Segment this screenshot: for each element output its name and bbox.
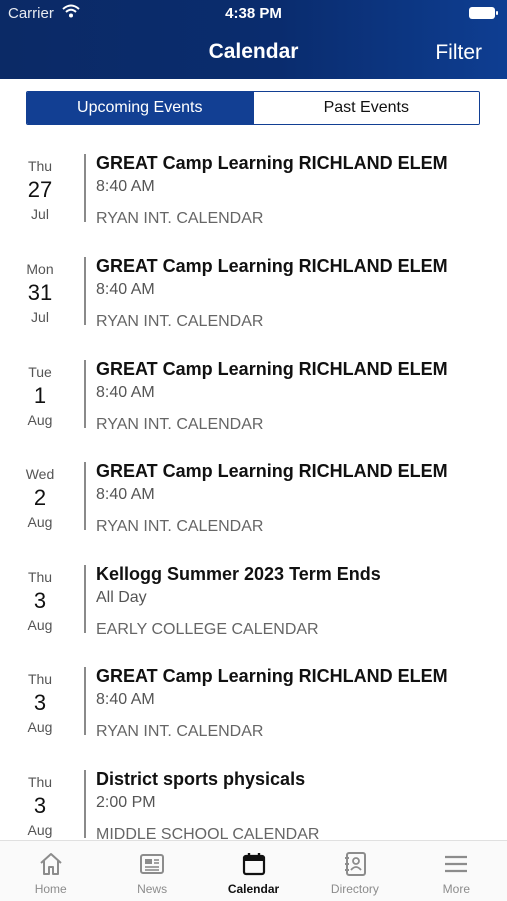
event-day: 3	[33, 690, 47, 715]
tab-news[interactable]: News	[101, 841, 202, 901]
tab-home[interactable]: Home	[0, 841, 101, 901]
event-day: 31	[27, 280, 53, 305]
list-item[interactable]: Thu 3 Aug GREAT Camp Learning RICHLAND E…	[0, 663, 507, 753]
event-month: Aug	[27, 719, 53, 735]
calendar-icon	[242, 853, 265, 876]
event-day: 3	[33, 793, 47, 818]
event-time: 8:40 AM	[96, 384, 155, 401]
event-divider	[84, 462, 86, 530]
event-title: GREAT Camp Learning RICHLAND ELEM	[96, 666, 448, 686]
event-month: Jul	[31, 206, 49, 222]
event-calendar: EARLY COLLEGE CALENDAR	[96, 621, 319, 638]
event-day: 2	[33, 485, 47, 510]
directory-icon	[344, 852, 366, 876]
event-list: Thu 27 Jul GREAT Camp Learning RICHLAND …	[0, 150, 507, 840]
event-weekday: Thu	[27, 671, 53, 687]
event-time: 8:40 AM	[96, 281, 155, 298]
page-title: Calendar	[208, 40, 299, 63]
event-calendar: RYAN INT. CALENDAR	[96, 723, 264, 740]
event-divider	[84, 257, 86, 325]
event-month: Aug	[27, 514, 53, 530]
event-time: 8:40 AM	[96, 691, 155, 708]
event-divider	[84, 154, 86, 222]
event-weekday: Mon	[26, 261, 54, 277]
event-weekday: Thu	[27, 569, 53, 585]
event-segment-control: Upcoming Events Past Events	[26, 91, 480, 125]
event-divider	[84, 770, 86, 838]
event-title: GREAT Camp Learning RICHLAND ELEM	[96, 461, 448, 481]
event-title: District sports physicals	[96, 769, 306, 789]
tab-more[interactable]: More	[406, 841, 507, 901]
event-divider	[84, 565, 86, 633]
tab-bar: Home News Calendar Directory More	[0, 840, 507, 901]
event-time: All Day	[96, 589, 147, 606]
list-item[interactable]: Thu 3 Aug Kellogg Summer 2023 Term Ends …	[0, 561, 507, 651]
event-calendar: RYAN INT. CALENDAR	[96, 313, 264, 330]
news-icon	[140, 854, 165, 874]
event-title: GREAT Camp Learning RICHLAND ELEM	[96, 256, 448, 276]
event-day: 1	[33, 383, 47, 408]
list-item[interactable]: Wed 2 Aug GREAT Camp Learning RICHLAND E…	[0, 458, 507, 548]
event-month: Aug	[27, 617, 53, 633]
event-weekday: Thu	[27, 774, 53, 790]
battery-icon	[469, 7, 498, 19]
event-title: GREAT Camp Learning RICHLAND ELEM	[96, 153, 448, 173]
tab-label: News	[137, 882, 168, 896]
event-time: 8:40 AM	[96, 178, 155, 195]
event-month: Aug	[27, 412, 53, 428]
event-title: GREAT Camp Learning RICHLAND ELEM	[96, 359, 448, 379]
event-weekday: Wed	[25, 466, 55, 482]
home-icon	[40, 853, 62, 875]
event-calendar: MIDDLE SCHOOL CALENDAR	[96, 826, 320, 840]
event-calendar: RYAN INT. CALENDAR	[96, 210, 264, 227]
list-item[interactable]: Mon 31 Jul GREAT Camp Learning RICHLAND …	[0, 253, 507, 343]
event-calendar: RYAN INT. CALENDAR	[96, 518, 264, 535]
event-divider	[84, 667, 86, 735]
nav-header: Carrier 4:38 PM Calendar Filter	[0, 0, 507, 79]
event-month: Aug	[27, 822, 53, 838]
event-time: 2:00 PM	[96, 794, 156, 811]
tab-label: Directory	[330, 882, 379, 896]
status-time: 4:38 PM	[225, 5, 282, 22]
event-day: 3	[33, 588, 47, 613]
tab-label: More	[442, 882, 470, 896]
tab-label: Calendar	[227, 882, 280, 896]
past-events-tab[interactable]: Past Events	[252, 92, 479, 124]
filter-button[interactable]: Filter	[435, 41, 482, 65]
event-calendar: RYAN INT. CALENDAR	[96, 416, 264, 433]
event-month: Jul	[31, 309, 49, 325]
event-time: 8:40 AM	[96, 486, 155, 503]
event-day: 27	[27, 177, 53, 202]
list-item[interactable]: Thu 3 Aug District sports physicals 2:00…	[0, 766, 507, 840]
event-weekday: Thu	[27, 158, 53, 174]
tab-calendar[interactable]: Calendar	[203, 841, 304, 901]
status-bar: Carrier 4:38 PM	[0, 4, 507, 23]
tab-directory[interactable]: Directory	[304, 841, 405, 901]
upcoming-events-tab[interactable]: Upcoming Events	[27, 92, 253, 124]
event-weekday: Tue	[28, 364, 52, 380]
list-item[interactable]: Tue 1 Aug GREAT Camp Learning RICHLAND E…	[0, 356, 507, 446]
event-divider	[84, 360, 86, 428]
menu-icon	[445, 855, 468, 873]
event-title: Kellogg Summer 2023 Term Ends	[96, 564, 381, 584]
list-item[interactable]: Thu 27 Jul GREAT Camp Learning RICHLAND …	[0, 150, 507, 240]
tab-label: Home	[34, 882, 67, 896]
